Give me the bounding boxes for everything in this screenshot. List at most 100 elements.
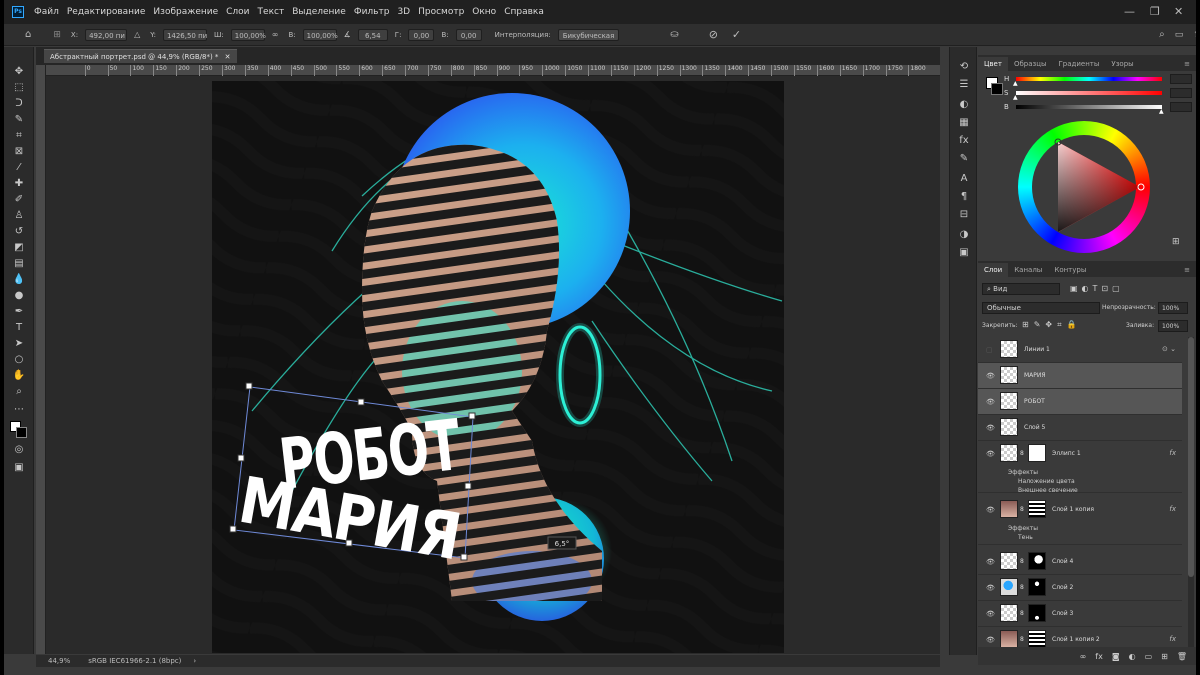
background-color-swatch[interactable]	[16, 427, 27, 438]
hskew-field[interactable]: 0,00	[408, 28, 435, 41]
height-field[interactable]: 100,00%	[302, 28, 338, 41]
brush-settings-icon[interactable]: ✎	[956, 151, 972, 167]
delta-icon[interactable]: △	[131, 29, 143, 41]
artwork-canvas[interactable]: РОБОТ МАРИЯ 6,5°	[212, 81, 784, 653]
visibility-icon[interactable]: 👁	[986, 398, 995, 406]
layer-row[interactable]: ▢ Линии 1 ⊙ ⌄	[978, 337, 1182, 363]
vskew-field[interactable]: 0,00	[455, 28, 482, 41]
color-wheel[interactable]	[1018, 121, 1150, 253]
link-icon[interactable]: ∞	[269, 29, 282, 41]
color-background-swatch[interactable]	[991, 83, 1003, 95]
layer-row[interactable]: 👁 8 Слой 2	[978, 575, 1182, 601]
tab-gradients[interactable]: Градиенты	[1053, 57, 1106, 71]
swatches-panel-icon[interactable]: ▣	[956, 245, 972, 261]
frame-tool-icon[interactable]: ⊠	[12, 145, 26, 159]
eyedropper-tool-icon[interactable]: ⁄	[12, 161, 26, 175]
layer-effects-icon[interactable]: fx	[1169, 505, 1176, 513]
more-tools-icon[interactable]: ⋯	[12, 403, 26, 417]
layer-filter-select[interactable]: ⌕ Вид	[982, 283, 1060, 295]
blend-mode-select[interactable]: Обычные	[982, 302, 1100, 314]
visibility-icon[interactable]: 👁	[986, 424, 995, 432]
visibility-icon[interactable]: 👁	[986, 584, 995, 592]
brush-tool-icon[interactable]: ✐	[12, 193, 26, 207]
styles-panel-icon[interactable]: fx	[956, 133, 972, 149]
tab-color[interactable]: Цвет	[978, 57, 1008, 71]
history-panel-icon[interactable]: ⟲	[956, 59, 972, 75]
layer-row[interactable]: 👁 8 Слой 1 копия fx Эффекты Тень	[978, 497, 1182, 545]
menu-3d[interactable]: 3D	[393, 7, 414, 17]
pen-tool-icon[interactable]: ✒	[12, 305, 26, 319]
libraries-panel-icon[interactable]: ▦	[956, 115, 972, 131]
width-field[interactable]: 100,00%	[230, 28, 266, 41]
transform-handle[interactable]	[357, 398, 365, 406]
visibility-icon[interactable]: 👁	[986, 450, 995, 458]
fill-field[interactable]: 100%	[1158, 320, 1188, 332]
search-icon[interactable]: ⌕	[1156, 29, 1168, 41]
effect-outer-glow[interactable]: Внешнее свечение	[1018, 487, 1078, 494]
quick-select-tool-icon[interactable]: ✎	[12, 113, 26, 127]
dodge-tool-icon[interactable]: ●	[12, 289, 26, 303]
photoshop-logo-icon[interactable]: Ps	[12, 6, 24, 18]
tab-patterns[interactable]: Узоры	[1105, 57, 1139, 71]
hue-slider[interactable]: ▲	[1013, 77, 1162, 87]
layer-row[interactable]: 👁 8 Слой 1 копия 2 fx	[978, 627, 1182, 647]
share-icon[interactable]: ⇪	[1190, 29, 1196, 41]
status-chevron-icon[interactable]: ›	[193, 657, 196, 665]
eraser-tool-icon[interactable]: ◩	[12, 241, 26, 255]
layer-row[interactable]: 👁 РОБОТ	[978, 389, 1182, 415]
saturation-value-field[interactable]	[1170, 88, 1192, 98]
layer-effects-icon[interactable]: fx	[1169, 449, 1176, 457]
add-color-icon[interactable]: ⊞	[1172, 237, 1180, 247]
history-brush-tool-icon[interactable]: ↺	[12, 225, 26, 239]
brightness-value-field[interactable]	[1170, 102, 1192, 112]
lock-icons[interactable]: ⊞✎✥⌗🔒	[1022, 320, 1082, 330]
effect-drop-shadow[interactable]: Тень	[1018, 534, 1033, 541]
panel-menu-icon[interactable]: ≡	[1178, 57, 1196, 71]
transform-handle[interactable]	[237, 454, 245, 462]
properties-panel-icon[interactable]: ☰	[956, 77, 972, 93]
transform-handle[interactable]	[468, 412, 476, 420]
screen-mode-icon[interactable]: ▣	[12, 461, 26, 475]
menu-edit[interactable]: Редактирование	[63, 7, 150, 17]
menu-select[interactable]: Выделение	[288, 7, 350, 17]
tab-paths[interactable]: Контуры	[1048, 263, 1092, 277]
slider-thumb-icon[interactable]: ▲	[1013, 80, 1018, 87]
layer-row[interactable]: 👁 МАРИЯ	[978, 363, 1182, 389]
layers-scrollbar[interactable]	[1188, 337, 1194, 647]
warp-icon[interactable]: ⛀	[667, 29, 681, 41]
minimize-icon[interactable]: —	[1124, 5, 1135, 18]
layer-row[interactable]: 👁 Слой 5	[978, 415, 1182, 441]
tab-layers[interactable]: Слои	[978, 263, 1009, 277]
reference-point-icon[interactable]: ⊞	[50, 29, 64, 41]
marquee-tool-icon[interactable]: ⬚	[12, 81, 26, 95]
menu-view[interactable]: Просмотр	[414, 7, 468, 17]
visibility-icon[interactable]: 👁	[986, 636, 995, 644]
menu-help[interactable]: Справка	[500, 7, 548, 17]
vertical-ruler[interactable]	[36, 65, 46, 654]
tab-close-icon[interactable]: ✕	[225, 53, 231, 61]
menu-type[interactable]: Текст	[254, 7, 289, 17]
slider-thumb-icon[interactable]: ▲	[1159, 108, 1164, 115]
link-layers-icon[interactable]: ∞	[1080, 652, 1087, 661]
angle-field[interactable]: 6,54	[357, 28, 388, 41]
adjustments-panel-icon[interactable]: ◐	[956, 97, 972, 113]
new-group-icon[interactable]: ▭	[1145, 652, 1153, 661]
delete-layer-icon[interactable]: 🗑	[1177, 652, 1187, 661]
zoom-level[interactable]: 44,9%	[48, 657, 70, 665]
menu-layers[interactable]: Слои	[222, 7, 253, 17]
opacity-field[interactable]: 100%	[1158, 302, 1188, 314]
move-tool-icon[interactable]: ✥	[12, 65, 26, 79]
tab-swatches[interactable]: Образцы	[1008, 57, 1053, 71]
cancel-transform-icon[interactable]: ⊘	[706, 28, 721, 41]
quick-mask-icon[interactable]: ◎	[12, 443, 26, 457]
hue-value-field[interactable]	[1170, 74, 1192, 84]
close-icon[interactable]: ✕	[1174, 5, 1183, 18]
effect-color-overlay[interactable]: Наложение цвета	[1018, 478, 1075, 485]
lasso-tool-icon[interactable]: ᑐ	[12, 97, 26, 111]
document-tab[interactable]: Абстрактный портрет.psd @ 44,9% (RGB/8*)…	[44, 49, 237, 63]
crop-tool-icon[interactable]: ⌗	[12, 129, 26, 143]
visibility-icon[interactable]: 👁	[986, 506, 995, 514]
new-layer-icon[interactable]: ⊞	[1161, 652, 1168, 661]
menu-file[interactable]: Файл	[30, 7, 63, 17]
tab-channels[interactable]: Каналы	[1008, 263, 1048, 277]
